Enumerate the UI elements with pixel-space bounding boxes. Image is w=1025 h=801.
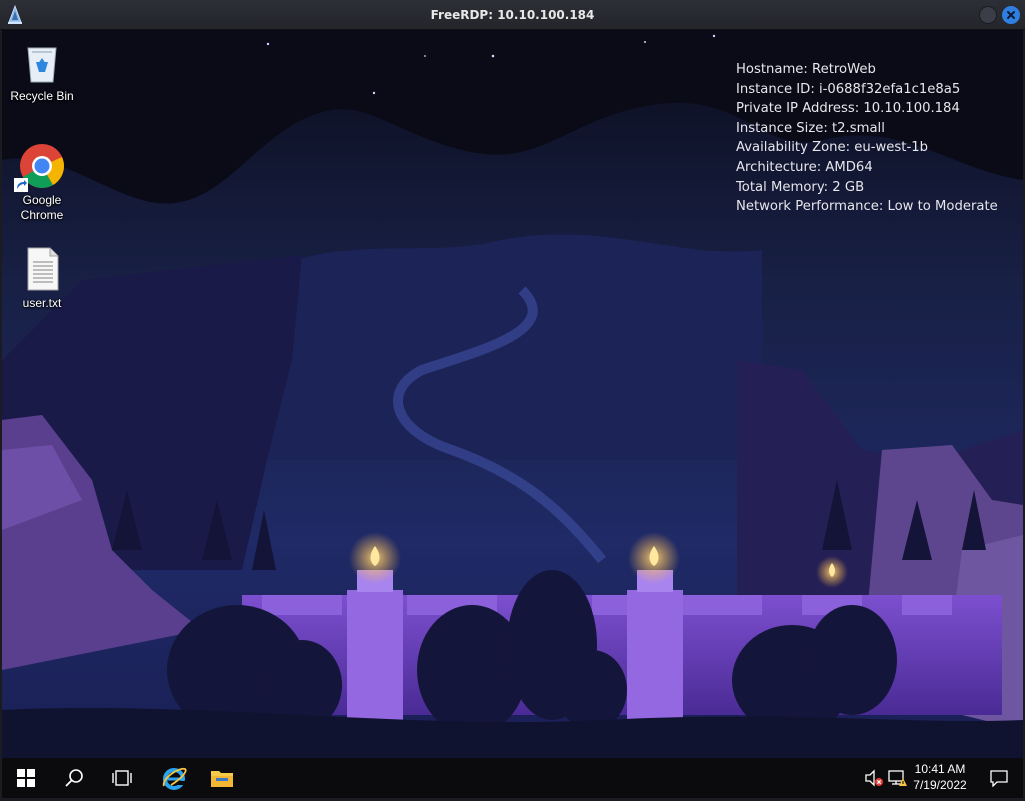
desktop-icon-recycle-bin[interactable]: Recycle Bin (4, 38, 80, 104)
freerdp-icon (6, 4, 24, 25)
sysinfo-network-performance: Network Performance: Low to Moderate (736, 199, 998, 215)
remote-desktop[interactable]: Recycle Bin Google Chrome user.txt Hostn… (2, 30, 1023, 758)
search-button[interactable] (50, 758, 98, 798)
search-icon (65, 769, 83, 787)
taskbar: 10:41 AM 7/19/2022 (2, 758, 1023, 798)
recycle-bin-icon (18, 38, 66, 86)
sysinfo-architecture: Architecture: AMD64 (736, 159, 873, 175)
file-explorer-icon (211, 771, 233, 787)
desktop-icon-user-txt[interactable]: user.txt (4, 245, 80, 311)
taskbar-clock[interactable]: 10:41 AM 7/19/2022 (900, 761, 980, 793)
internet-explorer-icon (162, 767, 187, 790)
internet-explorer-button[interactable] (150, 758, 198, 798)
volume-button[interactable] (864, 768, 884, 788)
action-center-button[interactable] (975, 758, 1023, 798)
file-explorer-button[interactable] (198, 758, 246, 798)
minimize-button[interactable] (979, 6, 997, 24)
close-icon (1007, 11, 1015, 19)
text-file-icon (18, 245, 66, 293)
clock-date: 7/19/2022 (913, 778, 967, 792)
sysinfo-instance-size: Instance Size: t2.small (736, 120, 885, 136)
sysinfo-private-ip: Private IP Address: 10.10.100.184 (736, 101, 960, 117)
desktop-icon-label: Google Chrome (20, 193, 64, 222)
clock-time: 10:41 AM (914, 762, 966, 776)
sysinfo-total-memory: Total Memory: 2 GB (736, 179, 865, 195)
action-center-icon (990, 770, 1008, 787)
window-title: FreeRDP: 10.10.100.184 (430, 7, 595, 22)
desktop-icon-label: Recycle Bin (10, 89, 74, 103)
shortcut-arrow-icon (14, 178, 28, 192)
start-button[interactable] (2, 758, 50, 798)
desktop-icon-google-chrome[interactable]: Google Chrome (4, 142, 80, 223)
sysinfo-instance-id: Instance ID: i-0688f32efa1c1e8a5 (736, 81, 961, 97)
desktop-icon-label: user.txt (22, 296, 62, 310)
task-view-icon (112, 770, 132, 786)
task-view-button[interactable] (98, 758, 146, 798)
volume-muted-icon (865, 769, 883, 787)
sysinfo-hostname: Hostname: RetroWeb (736, 62, 876, 77)
chrome-icon (14, 142, 66, 192)
system-info-overlay: Hostname: RetroWeb Instance ID: i-0688f3… (736, 60, 998, 217)
start-windows-icon (17, 769, 35, 787)
close-button[interactable] (1002, 6, 1020, 24)
sysinfo-availability-zone: Availability Zone: eu-west-1b (736, 140, 928, 156)
window-title-bar[interactable]: FreeRDP: 10.10.100.184 (0, 0, 1025, 30)
